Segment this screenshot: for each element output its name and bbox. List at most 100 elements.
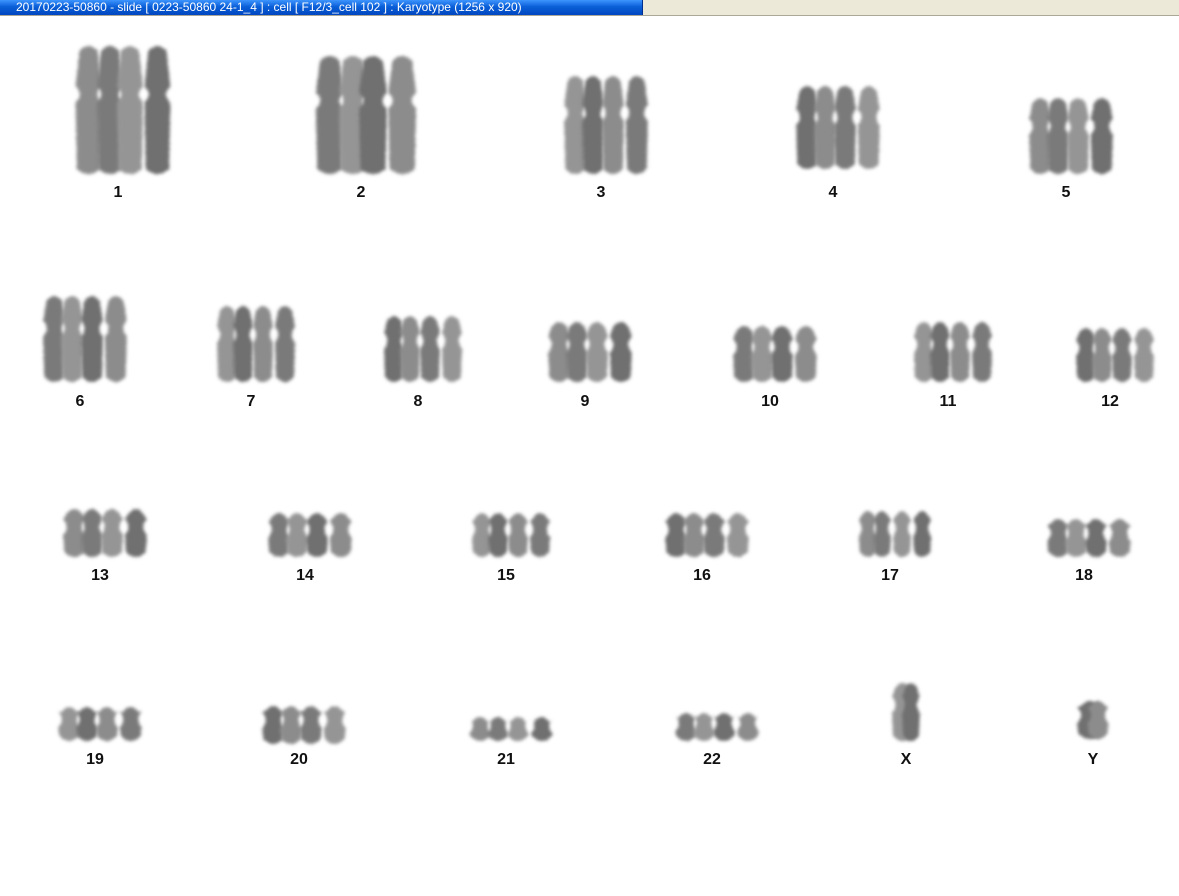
chromosome-pair-6[interactable] [43,296,127,382]
chromosome-label-7: 7 [247,393,256,410]
chromosome-17-b1 [893,511,911,557]
chromosome-20-a2 [280,706,302,744]
chromosome-pair-21[interactable] [469,717,553,741]
chromosome-pair-4[interactable] [796,86,880,169]
chromosome-21-b1 [507,717,529,741]
chromosome-16-b1 [703,513,725,557]
chromosome-pair-7[interactable] [217,306,295,382]
chromosome-15-a2 [488,513,508,557]
chromosome-pair-1[interactable] [75,46,171,174]
chromosome-label-14: 14 [296,567,314,584]
chromosome-label-12: 12 [1101,393,1119,410]
chromosome-17-b2 [913,511,932,557]
chromosome-pair-19[interactable] [58,707,142,741]
chromosome-16-a1 [665,513,688,557]
chromosome-16-b2 [726,513,749,557]
chromosome-pair-14[interactable] [268,513,352,557]
chromosome-22-a1 [675,713,698,741]
chromosome-9-a2 [566,322,588,382]
chromosome-pair-9[interactable] [548,322,632,382]
chromosome-pair-18[interactable] [1047,519,1131,557]
chromosome-12-a2 [1092,328,1112,382]
chromosome-12-b2 [1134,328,1154,382]
chromosome-label-10: 10 [761,393,779,410]
chromosome-2-b2 [388,56,417,174]
chromosome-18-a2 [1065,519,1087,557]
chromosome-12-b1 [1112,328,1132,382]
chromosome-4-b1 [834,86,856,169]
chromosome-label-9: 9 [581,393,590,410]
chromosome-label-22: 22 [703,751,721,768]
chromosome-label-19: 19 [86,751,104,768]
chromosome-pair-5[interactable] [1029,98,1113,174]
chromosome-1-b1 [117,46,143,174]
chromosome-14-a1 [268,513,291,557]
chromosome-14-b2 [329,513,352,557]
chromosome-3-b2 [625,76,648,174]
chromosome-6-a2 [61,296,83,382]
chromosome-label-11: 11 [940,393,957,410]
chromosome-pair-13[interactable] [63,509,147,557]
chromosome-14-a2 [286,513,308,557]
chromosome-2-b1 [359,56,387,174]
chromosome-18-b2 [1108,519,1131,557]
chromosome-10-b1 [771,326,793,382]
chromosome-21-a2 [487,717,509,741]
chromosome-7-b1 [253,306,273,382]
chromosome-21-a1 [469,717,492,741]
karyotype-canvas: 1 2 3 4 56 7 8 9 10 11 1213 14 15 16 17 1819 20 21 22 X Y [43,46,1154,768]
chromosome-13-a1 [63,509,86,557]
chromosome-label-6: 6 [76,393,85,410]
chromosome-19-b1 [96,707,118,741]
chromosome-label-2: 2 [357,184,366,201]
chromosome-19-b2 [119,707,142,741]
chromosome-5-b1 [1067,98,1089,174]
chromosome-label-15: 15 [497,567,515,584]
chromosome-pair-10[interactable] [733,326,817,382]
chromosome-9-b1 [586,322,608,382]
chromosome-15-b1 [508,513,528,557]
chromosome-22-b2 [736,713,759,741]
chromosome-8-b1 [420,316,440,382]
chromosome-pair-12[interactable] [1076,328,1154,382]
chromosome-label-4: 4 [829,184,838,201]
chromosome-13-b2 [124,509,147,557]
chromosome-6-b1 [81,296,103,382]
chromosome-pair-2[interactable] [315,56,417,174]
chromosome-pair-22[interactable] [675,713,759,741]
chromosome-label-20: 20 [290,751,308,768]
chromosome-label-17: 17 [881,567,899,584]
chromosome-label-Y: Y [1088,751,1099,768]
chromosome-label-16: 16 [693,567,711,584]
chromosome-18-a1 [1047,519,1070,557]
chromosome-label-13: 13 [91,567,109,584]
chromosome-22-a2 [693,713,715,741]
chromosome-11-a2 [930,322,950,382]
chromosome-18-b1 [1085,519,1107,557]
chromosome-pair-20[interactable] [262,706,346,744]
chromosome-label-3: 3 [597,184,606,201]
chromosome-20-b1 [300,706,322,744]
chromosome-10-a2 [751,326,773,382]
chromosome-pair-8[interactable] [384,316,462,382]
chromosome-3-a2 [582,76,604,174]
chromosome-11-b2 [972,322,992,382]
chromosome-17-a2 [873,511,891,557]
chromosome-pair-15[interactable] [472,513,550,557]
chromosome-pair-Y[interactable] [1077,701,1109,739]
chromosome-pair-X[interactable] [892,683,920,741]
chromosome-pair-11[interactable] [914,322,992,382]
chromosome-20-a1 [262,706,285,744]
chromosome-label-X: X [901,751,912,768]
chromosome-pair-17[interactable] [858,511,932,557]
chromosome-11-b1 [950,322,970,382]
chromosome-pair-3[interactable] [564,76,648,174]
label-layer: 1 2 3 4 56 7 8 9 10 11 1213 14 15 16 17 1819 20 21 22 X Y [76,184,1119,768]
chromosome-8-a2 [400,316,420,382]
chromosome-pair-16[interactable] [665,513,749,557]
chromosome-label-1: 1 [114,184,123,201]
chromosome-10-b2 [794,326,817,382]
chromosome-20-b2 [323,706,346,744]
chromosome-5-a2 [1047,98,1069,174]
chromosome-7-b2 [275,306,295,382]
